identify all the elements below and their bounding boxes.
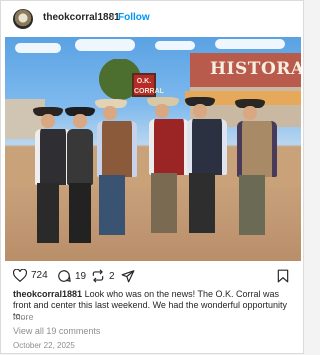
cloud — [155, 41, 195, 50]
vest — [237, 121, 277, 177]
heart-icon[interactable] — [13, 269, 27, 282]
comment-count: 19 — [75, 270, 87, 282]
like-action[interactable]: 724 — [13, 269, 48, 282]
face — [193, 104, 207, 118]
vest — [35, 129, 71, 185]
repost-icon[interactable] — [91, 269, 105, 283]
save-action[interactable] — [277, 269, 289, 288]
face — [243, 106, 257, 120]
face — [155, 104, 169, 118]
avatar[interactable] — [13, 9, 33, 29]
post-header: theokcorral1881 • Follow — [1, 1, 303, 37]
legs — [239, 175, 265, 235]
face — [41, 114, 55, 128]
repost-action[interactable]: 2 — [91, 269, 115, 283]
vest — [149, 119, 189, 175]
cloud — [15, 43, 61, 53]
post-username[interactable]: theokcorral1881 — [43, 12, 120, 23]
legs — [37, 183, 59, 243]
follow-button[interactable]: Follow — [118, 12, 150, 23]
vest — [67, 129, 93, 185]
post-caption: theokcorral1881 Look who was on the news… — [13, 289, 295, 322]
legs — [69, 183, 91, 243]
bookmark-icon[interactable] — [277, 269, 289, 283]
cloud — [215, 39, 285, 49]
caption-username[interactable]: theokcorral1881 — [13, 289, 82, 299]
repost-count: 2 — [109, 270, 115, 282]
vest — [187, 119, 227, 175]
like-count: 724 — [31, 270, 48, 281]
comment-action[interactable]: 19 — [57, 269, 86, 283]
face — [73, 114, 87, 128]
post-photo[interactable]: HISTORAMA O.K. CORRAL — [5, 37, 301, 261]
historama-sign: HISTORAMA — [210, 59, 301, 79]
vest — [97, 121, 137, 177]
share-action[interactable] — [121, 269, 135, 283]
view-all-comments-link[interactable]: View all 19 comments — [13, 326, 100, 336]
face — [103, 106, 117, 120]
legs — [189, 173, 215, 233]
send-icon[interactable] — [121, 269, 135, 283]
post-date: October 22, 2025 — [13, 341, 75, 350]
more-link[interactable]: more — [13, 312, 34, 322]
comment-icon[interactable] — [57, 269, 71, 283]
separator-dot: • — [111, 12, 115, 23]
legs — [151, 173, 177, 233]
ok-corral-sign: O.K. CORRAL — [132, 73, 164, 97]
instagram-post-card: theokcorral1881 • Follow HISTORAMA O.K. … — [0, 0, 304, 354]
cloud — [75, 39, 135, 51]
legs — [99, 175, 125, 235]
